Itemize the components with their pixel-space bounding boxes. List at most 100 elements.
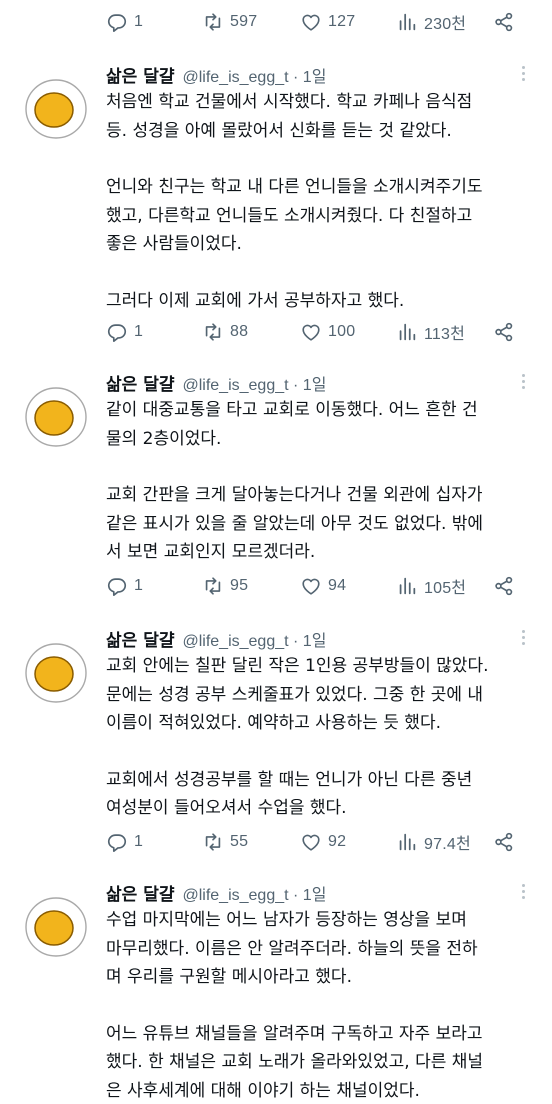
share-icon bbox=[495, 322, 513, 342]
more-options-icon[interactable] bbox=[522, 630, 526, 648]
tweet-line: 어느 유튜브 채널들을 알려주며 구독하고 자주 보라고 bbox=[106, 1023, 483, 1044]
tweet-line: 등. 성경을 아예 몰랐어서 신화를 듣는 것 같았다. bbox=[106, 120, 452, 141]
tweet-action-bar: 1 88 100 113천 bbox=[0, 310, 552, 354]
share-icon bbox=[495, 576, 513, 596]
more-options-icon[interactable] bbox=[522, 66, 526, 84]
more-options-icon[interactable] bbox=[522, 884, 526, 902]
tweet-text: 수업 마지막에는 어느 남자가 등장하는 영상을 보며 마무리했다. 이름은 안… bbox=[106, 906, 538, 1104]
retweet-icon bbox=[205, 13, 221, 31]
boiled-egg-avatar[interactable] bbox=[24, 894, 88, 958]
author-handle[interactable]: @life_is_egg_t · 1일 bbox=[182, 63, 326, 87]
tweet-line: 문에는 성경 공부 스케줄표가 있었다. 그중 한 곳에 내 bbox=[106, 684, 484, 705]
reply-button[interactable]: 1 bbox=[106, 310, 143, 354]
tweet-header: 삶은 달걀 @life_is_egg_t · 1일 bbox=[106, 62, 326, 88]
reply-icon bbox=[107, 14, 127, 32]
author-handle[interactable]: @life_is_egg_t · 1일 bbox=[182, 627, 326, 651]
like-count: 100 bbox=[328, 323, 356, 340]
author-handle[interactable]: @life_is_egg_t · 1일 bbox=[182, 371, 326, 395]
like-count: 127 bbox=[328, 13, 356, 30]
share-button[interactable] bbox=[493, 0, 515, 44]
reply-count: 1 bbox=[134, 833, 144, 850]
retweet-icon bbox=[205, 577, 221, 595]
share-icon bbox=[495, 832, 513, 852]
views-button[interactable]: 230천 bbox=[396, 0, 466, 44]
retweet-button[interactable]: 88 bbox=[202, 310, 248, 354]
reply-button[interactable]: 1 bbox=[106, 564, 143, 608]
reply-button[interactable]: 1 bbox=[106, 0, 143, 44]
views-button[interactable]: 105천 bbox=[396, 564, 466, 608]
tweet-header: 삶은 달걀 @life_is_egg_t · 1일 bbox=[106, 626, 326, 652]
tweet-text: 교회 안에는 칠판 달린 작은 1인용 공부방들이 많았다. 문에는 성경 공부… bbox=[106, 652, 538, 823]
views-chart-icon bbox=[399, 833, 416, 851]
views-count: 113천 bbox=[424, 326, 466, 343]
author-name[interactable]: 삶은 달걀 bbox=[106, 880, 174, 905]
reply-button[interactable]: 1 bbox=[106, 820, 143, 864]
share-button[interactable] bbox=[493, 820, 515, 864]
top-action-bar: 1 597 127 230천 bbox=[0, 0, 552, 44]
like-count: 92 bbox=[328, 833, 347, 850]
views-chart-icon bbox=[399, 13, 416, 31]
retweet-button[interactable]: 597 bbox=[202, 0, 257, 44]
tweet-line: 은 사후세계에 대해 이야기 하는 채널이었다. bbox=[106, 1080, 420, 1101]
author-name[interactable]: 삶은 달걀 bbox=[106, 370, 174, 395]
boiled-egg-avatar[interactable] bbox=[24, 640, 88, 704]
views-count: 230천 bbox=[424, 16, 467, 33]
tweet-line: 이름이 적혀있었다. 예약하고 사용하는 듯 했다. bbox=[106, 713, 441, 733]
reply-icon bbox=[107, 324, 127, 342]
retweet-button[interactable]: 55 bbox=[202, 820, 248, 864]
tweet-header: 삶은 달걀 @life_is_egg_t · 1일 bbox=[106, 880, 326, 906]
like-count: 94 bbox=[328, 577, 347, 594]
tweet-line: 며 우리를 구원할 메시아라고 했다. bbox=[106, 967, 352, 987]
tweet-action-bar: 1 95 94 105천 bbox=[0, 564, 552, 608]
views-button[interactable]: 97.4천 bbox=[396, 820, 471, 864]
retweet-icon bbox=[205, 323, 221, 341]
tweet-line: 교회에서 성경공부를 할 때는 언니가 아닌 다른 중년 bbox=[106, 769, 473, 790]
author-name[interactable]: 삶은 달걀 bbox=[106, 62, 174, 87]
tweet-text: 같이 대중교통을 타고 교회로 이동했다. 어느 흔한 건 물의 2층이었다. … bbox=[106, 396, 538, 567]
heart-icon bbox=[302, 14, 320, 31]
tweet-header: 삶은 달걀 @life_is_egg_t · 1일 bbox=[106, 370, 326, 396]
retweet-count: 55 bbox=[230, 833, 249, 850]
like-button[interactable]: 94 bbox=[300, 564, 346, 608]
tweet-line: 수업 마지막에는 어느 남자가 등장하는 영상을 보며 bbox=[106, 910, 467, 930]
share-button[interactable] bbox=[493, 310, 515, 354]
tweet-line: 언니와 친구는 학교 내 다른 언니들을 소개시켜주기도 bbox=[106, 177, 483, 197]
tweet-line: 여성분이 들어오셔서 수업을 했다. bbox=[106, 798, 347, 818]
heart-icon bbox=[302, 324, 320, 341]
retweet-count: 88 bbox=[230, 323, 249, 340]
reply-icon bbox=[107, 578, 127, 596]
boiled-egg-avatar[interactable] bbox=[24, 76, 88, 140]
tweet-line: 물의 2층이었다. bbox=[106, 428, 222, 449]
like-button[interactable]: 92 bbox=[300, 820, 346, 864]
tweet-line: 서 보면 교회인지 모르겠더라. bbox=[106, 542, 316, 562]
reply-icon bbox=[107, 834, 127, 852]
like-button[interactable]: 100 bbox=[300, 310, 355, 354]
tweet-line: 했고, 다른학교 언니들도 소개시켜줬다. 다 친절하고 bbox=[106, 205, 473, 226]
tweet-line: 같은 표시가 있을 줄 알았는데 아무 것도 없었다. 밖에 bbox=[106, 513, 484, 534]
views-chart-icon bbox=[399, 577, 416, 595]
like-button[interactable]: 127 bbox=[300, 0, 355, 44]
more-options-icon[interactable] bbox=[522, 374, 526, 392]
tweet-line: 교회 간판을 크게 달아놓는다거나 건물 외관에 십자가 bbox=[106, 485, 483, 505]
views-button[interactable]: 113천 bbox=[396, 310, 465, 354]
tweet-line: 처음엔 학교 건물에서 시작했다. 학교 카페나 음식점 bbox=[106, 92, 473, 112]
views-count: 97.4천 bbox=[424, 836, 471, 853]
tweet-line: 같이 대중교통을 타고 교회로 이동했다. 어느 흔한 건 bbox=[106, 400, 478, 420]
boiled-egg-avatar[interactable] bbox=[24, 384, 88, 448]
tweet-text: 처음엔 학교 건물에서 시작했다. 학교 카페나 음식점 등. 성경을 아예 몰… bbox=[106, 88, 538, 315]
retweet-count: 597 bbox=[230, 13, 258, 30]
tweet-action-bar: 1 55 92 97.4천 bbox=[0, 820, 552, 864]
author-name[interactable]: 삶은 달걀 bbox=[106, 626, 174, 651]
retweet-icon bbox=[205, 833, 221, 851]
heart-icon bbox=[302, 834, 320, 851]
author-handle[interactable]: @life_is_egg_t · 1일 bbox=[182, 881, 326, 905]
tweet-line: 좋은 사람들이었다. bbox=[106, 234, 242, 254]
reply-count: 1 bbox=[134, 577, 144, 594]
retweet-button[interactable]: 95 bbox=[202, 564, 248, 608]
reply-count: 1 bbox=[134, 323, 144, 340]
reply-count: 1 bbox=[134, 13, 144, 30]
share-button[interactable] bbox=[493, 564, 515, 608]
share-icon bbox=[495, 12, 513, 32]
tweet-line: 했다. 한 채널은 교회 노래가 올라와있었고, 다른 채널 bbox=[106, 1052, 484, 1072]
retweet-count: 95 bbox=[230, 577, 249, 594]
